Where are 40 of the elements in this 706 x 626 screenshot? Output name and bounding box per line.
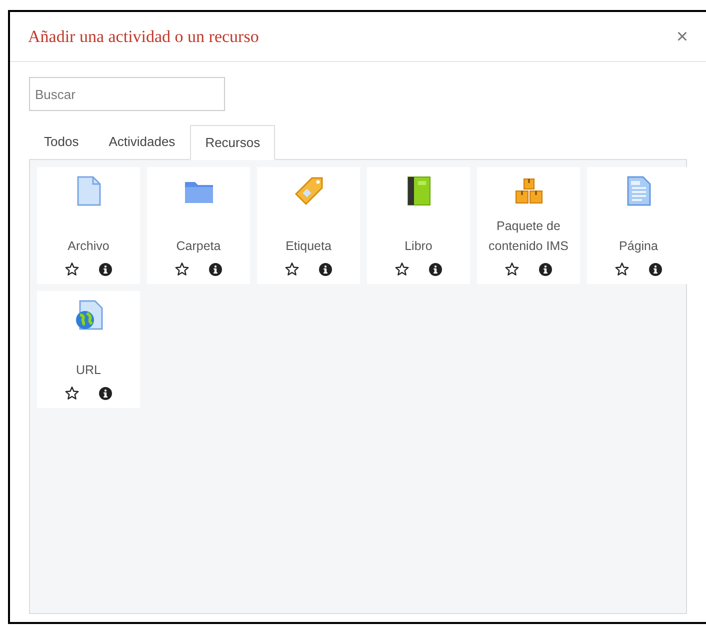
tab[interactable]: Todos bbox=[29, 125, 94, 159]
star-icon[interactable] bbox=[395, 262, 409, 276]
tab[interactable]: Recursos bbox=[190, 125, 276, 160]
resource-name: Página bbox=[619, 238, 658, 255]
resource-card[interactable]: Etiqueta bbox=[257, 167, 360, 284]
tab[interactable]: Actividades bbox=[94, 125, 190, 159]
info-icon[interactable] bbox=[539, 262, 552, 276]
book-icon bbox=[406, 176, 430, 206]
resource-card[interactable]: URL bbox=[37, 291, 140, 408]
star-icon[interactable] bbox=[615, 262, 629, 276]
info-icon[interactable] bbox=[209, 262, 222, 276]
info-icon[interactable] bbox=[319, 262, 332, 276]
star-icon[interactable] bbox=[285, 262, 299, 276]
dialog-title: Añadir una actividad o un recurso bbox=[28, 26, 259, 48]
close-button[interactable]: × bbox=[676, 26, 688, 46]
web-page-icon bbox=[74, 300, 102, 330]
resource-name: Paquete de contenido IMS bbox=[488, 218, 570, 255]
star-icon[interactable] bbox=[505, 262, 519, 276]
resource-card[interactable]: Libro bbox=[367, 167, 470, 284]
info-icon[interactable] bbox=[99, 262, 112, 276]
document-icon bbox=[76, 176, 100, 206]
resource-name: Carpeta bbox=[176, 238, 221, 255]
search-field[interactable]: Buscar bbox=[29, 77, 225, 111]
resource-name: Archivo bbox=[68, 238, 110, 255]
resource-card[interactable]: Archivo bbox=[37, 167, 140, 284]
resource-name: Libro bbox=[404, 238, 432, 255]
resource-card[interactable]: Paquete de contenido IMS bbox=[477, 167, 580, 284]
resource-name: URL bbox=[76, 362, 101, 379]
resource-card[interactable]: Página bbox=[587, 167, 690, 284]
boxes-icon bbox=[514, 177, 544, 205]
resource-card[interactable]: Carpeta bbox=[147, 167, 250, 284]
tag-icon bbox=[294, 176, 324, 206]
resource-name: Etiqueta bbox=[286, 238, 332, 255]
info-icon[interactable] bbox=[429, 262, 442, 276]
star-icon[interactable] bbox=[65, 262, 79, 276]
info-icon[interactable] bbox=[99, 386, 112, 400]
star-icon[interactable] bbox=[175, 262, 189, 276]
page-icon bbox=[626, 176, 650, 206]
star-icon[interactable] bbox=[65, 386, 79, 400]
info-icon[interactable] bbox=[649, 262, 662, 276]
